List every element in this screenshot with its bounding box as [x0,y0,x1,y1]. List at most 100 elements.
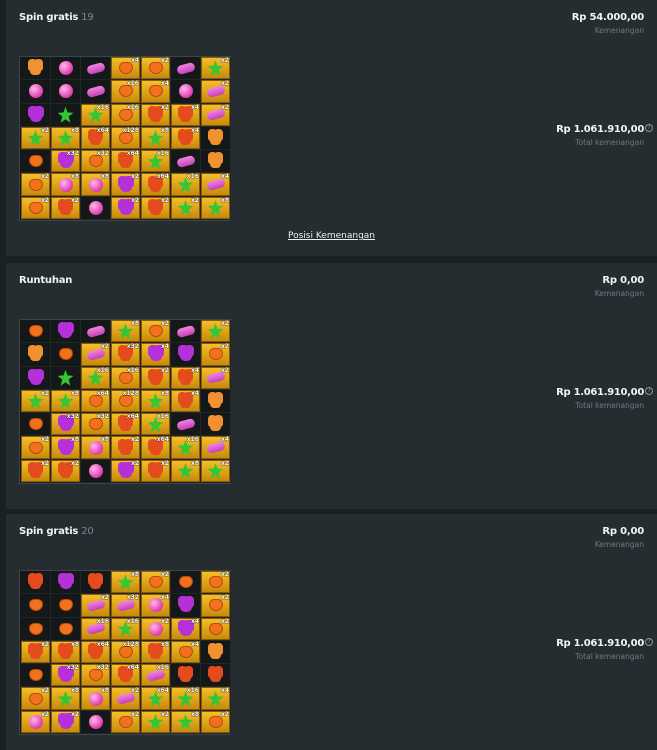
reel-cell [171,343,201,367]
reel-cell: x8 [81,436,111,460]
reel-cell: x128 [111,126,141,151]
win-summary: Rp 0,00 Kemenangan [595,526,644,549]
grape-candy-icon [119,463,132,478]
multiplier-badge: x16 [96,366,109,374]
reel-cell [21,320,51,344]
reel-cell [171,594,201,618]
candy-ball-icon [58,84,73,99]
multiplier-badge: x4 [190,617,199,625]
multiplier-badge: x8 [100,436,109,444]
multiplier-badge: x128 [122,640,139,648]
total-win: Rp 1.061.910,00? Total kemenangan [556,387,653,410]
reel-cell: x2 [141,57,171,81]
reel-cell: x2 [201,57,231,81]
multiplier-badge: x8 [130,571,139,578]
reel-cell: x2 [51,196,81,221]
reel-cell: x64 [141,173,171,197]
reel-cell: x2 [21,126,51,151]
gummy-bear-icon [180,131,191,146]
grape-candy-icon [59,714,72,729]
reel-cell: x8 [51,640,81,665]
win-summary: Rp 54.000,00 Kemenangan [572,12,644,35]
help-icon[interactable]: ? [645,387,653,395]
win-amount: Rp 0,00 [602,526,644,537]
candy-ball-icon [58,61,73,76]
reel-cell: x2 [201,343,231,367]
reel-cell: x16 [111,617,141,641]
gummy-bear-icon [30,575,41,590]
reel-cell [51,103,81,127]
jelly-bean-icon [85,84,106,99]
grape-candy-icon [59,575,72,590]
reel-cell: x64 [111,150,141,174]
reel-cell [21,413,51,437]
reel-cell: x2 [201,571,231,595]
grape-candy-icon [149,347,162,362]
gummy-bear-icon [120,440,131,455]
reel-cell: x8 [201,196,231,221]
multiplier-badge: x2 [160,617,169,625]
multiplier-badge: x2 [220,617,229,625]
multiplier-badge: x2 [40,710,49,718]
reel-cell: x8 [171,459,201,484]
reel-cell: x8 [171,710,201,735]
candy-ball-icon [88,463,103,478]
candy-ball-icon [88,714,103,729]
help-icon[interactable]: ? [645,638,653,646]
multiplier-badge: x16 [126,366,139,374]
total-amount: Rp 1.061.910,00 [556,638,644,649]
reel-cell: x4 [171,103,201,127]
grape-candy-icon [179,598,192,613]
reel-cell: x16 [171,436,201,460]
reel-cell: x8 [51,126,81,151]
reel-cell: x128 [111,640,141,665]
reel-cell: x32 [111,594,141,618]
reel-cell [51,320,81,344]
winning-positions-link[interactable]: Posisi Kemenangan [288,231,375,241]
reel-cell: x32 [51,413,81,437]
reel-cell: x8 [51,436,81,460]
grape-candy-icon [29,370,42,385]
multiplier-badge: x32 [66,664,79,672]
multiplier-badge: x2 [70,710,79,718]
reel-cell [21,617,51,641]
grape-candy-icon [29,107,42,122]
reel-cell: x64 [81,389,111,414]
reel-cell: x16 [141,664,171,688]
multiplier-badge: x2 [130,687,139,695]
multiplier-badge: x2 [130,459,139,467]
win-label: Kemenangan [594,26,644,35]
candy-heart-icon [28,155,43,168]
reel-cell [201,640,231,665]
reel-cell [21,594,51,618]
reel-cell: x16 [111,103,141,127]
multiplier-badge: x16 [96,103,109,111]
multiplier-badge: x2 [40,389,49,397]
multiplier-badge: x4 [130,57,139,64]
multiplier-badge: x32 [66,413,79,421]
multiplier-badge: x4 [190,389,199,397]
reel-cell: x2 [201,80,231,104]
gummy-bear-orange-icon [210,131,221,146]
multiplier-badge: x8 [70,173,79,181]
reel-cell: x2 [201,320,231,344]
reel-cell [51,366,81,390]
help-icon[interactable]: ? [645,124,653,132]
reel-cell: x2 [51,459,81,484]
reel-cell: x128 [111,389,141,414]
gummy-bear-orange-icon [30,61,41,76]
multiplier-badge: x2 [40,687,49,695]
reel-cell: x2 [21,173,51,197]
jelly-bean-icon [175,61,196,75]
panel-spin-19: Spin gratis 19 Rp 54.000,00 Kemenangan x4… [6,0,657,256]
gummy-bear-orange-icon [210,417,221,432]
win-summary: Rp 0,00 Kemenangan [595,275,644,298]
win-amount: Rp 0,00 [602,275,644,286]
multiplier-badge: x2 [160,57,169,64]
multiplier-badge: x2 [100,343,109,351]
reel-cell: x64 [141,436,171,460]
multiplier-badge: x64 [156,687,169,695]
multiplier-badge: x8 [220,196,229,204]
reel-cell [21,664,51,688]
gummy-bear-icon [30,645,41,660]
